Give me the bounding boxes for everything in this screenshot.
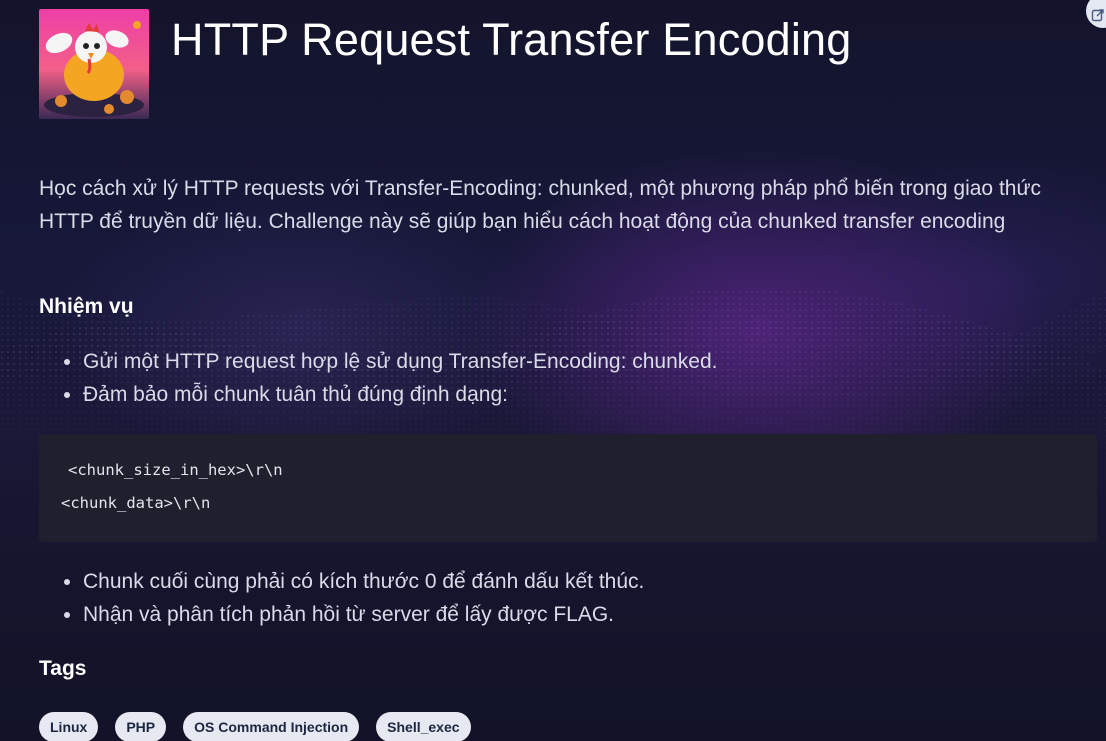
code-line: <chunk_data>\r\n <box>61 494 211 512</box>
task-list-continued: Chunk cuối cùng phải có kích thước 0 để … <box>39 565 644 631</box>
code-line: <chunk_size_in_hex>\r\n <box>68 461 283 479</box>
code-block <box>39 434 1097 542</box>
task-list: Gửi một HTTP request hợp lệ sử dụng Tran… <box>39 345 717 411</box>
chicken-mascot-icon <box>39 9 149 119</box>
tag-shell-exec[interactable]: Shell_exec <box>376 712 471 741</box>
tags-heading: Tags <box>39 657 87 680</box>
task-heading: Nhiệm vụ <box>39 295 134 318</box>
tag-os-command-injection[interactable]: OS Command Injection <box>183 712 360 741</box>
tag-linux[interactable]: Linux <box>39 712 99 741</box>
open-external-icon <box>1091 9 1104 22</box>
tag-list: Linux PHP OS Command Injection Shell_exe… <box>39 712 471 741</box>
list-item: Gửi một HTTP request hợp lệ sử dụng Tran… <box>83 345 717 378</box>
tag-php[interactable]: PHP <box>115 712 167 741</box>
list-item: Chunk cuối cùng phải có kích thước 0 để … <box>83 565 644 598</box>
list-item: Nhận và phân tích phản hồi từ server để … <box>83 598 644 631</box>
page-title: HTTP Request Transfer Encoding <box>171 14 852 65</box>
list-item: Đảm bảo mỗi chunk tuân thủ đúng định dạn… <box>83 378 717 411</box>
open-external-button[interactable] <box>1086 0 1106 28</box>
challenge-description: Học cách xử lý HTTP requests với Transfe… <box>39 177 1042 233</box>
